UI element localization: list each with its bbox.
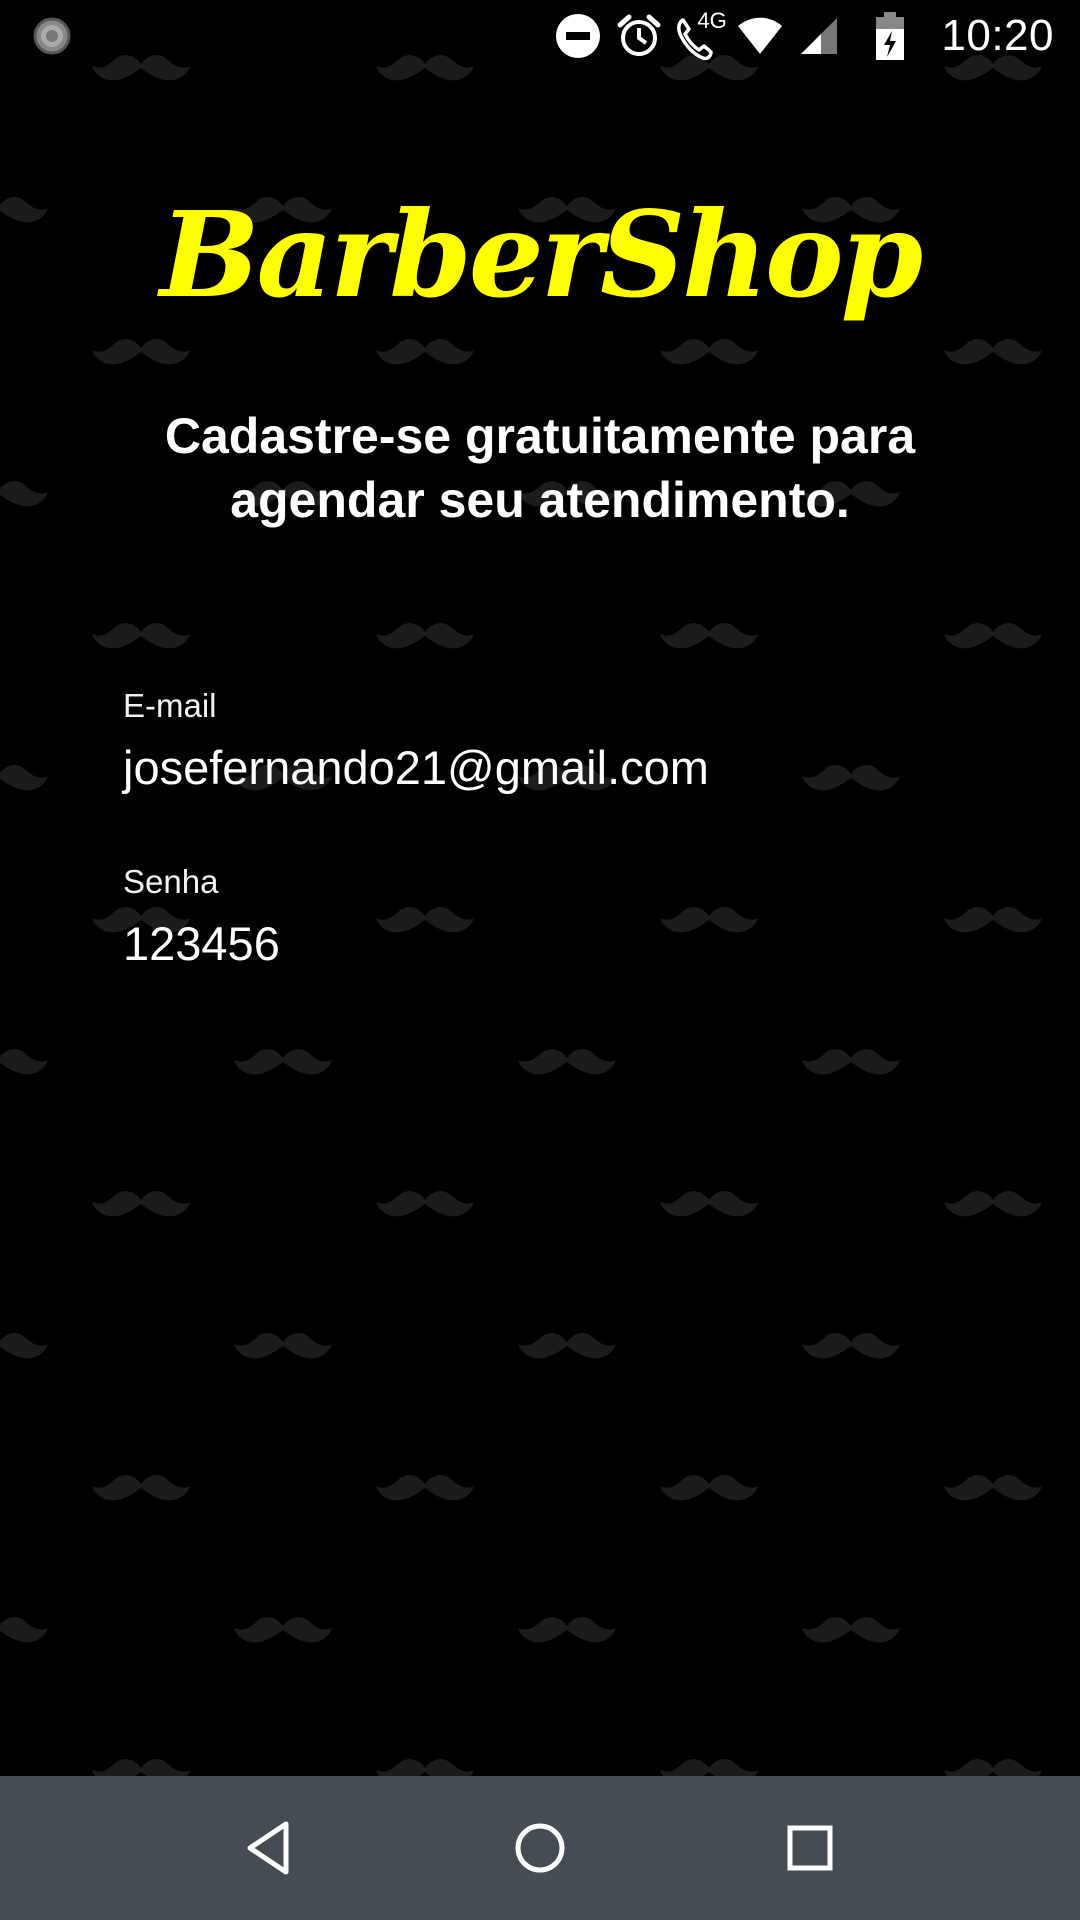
mustache-icon (234, 1333, 332, 1359)
mustache-icon (944, 339, 1042, 365)
mustache-icon (518, 1617, 616, 1643)
mustache-icon (376, 1759, 474, 1776)
cell-signal-icon (801, 18, 838, 54)
app-logo: BarberShop (159, 185, 923, 324)
mustache-icon (0, 1617, 48, 1643)
mustache-icon (944, 1191, 1042, 1217)
mustache-icon (518, 1049, 616, 1075)
mustache-icon (0, 765, 48, 791)
status-time: 10:20 (941, 11, 1054, 60)
page-subtitle: Cadastre-se gratuitamente para agendar s… (164, 408, 916, 528)
mustache-icon (802, 1617, 900, 1643)
status-bar: 4G 10:20 (0, 0, 1080, 72)
mustache-icon (376, 1191, 474, 1217)
mustache-icon (660, 1759, 758, 1776)
mustache-icon (0, 1333, 48, 1359)
wifi-calling-icon: 4G (677, 8, 727, 60)
back-icon[interactable] (238, 1816, 302, 1880)
mustache-icon (660, 1475, 758, 1501)
mustache-icon (660, 623, 758, 649)
mustache-icon (802, 1333, 900, 1359)
mustache-icon (376, 1475, 474, 1501)
mustache-icon (92, 1759, 190, 1776)
mustache-icon (92, 1191, 190, 1217)
home-icon[interactable] (508, 1816, 572, 1880)
mustache-icon (92, 1475, 190, 1501)
mustache-icon (944, 1475, 1042, 1501)
recents-icon[interactable] (778, 1816, 842, 1880)
loading-indicator-icon (33, 17, 71, 55)
mustache-icon (0, 1049, 48, 1075)
mustache-icon (802, 1049, 900, 1075)
email-input[interactable]: josefernando21@gmail.com (123, 738, 943, 798)
do-not-disturb-icon (556, 14, 601, 58)
battery-charging-icon (876, 12, 905, 60)
mustache-icon (944, 907, 1042, 933)
navigation-bar (0, 1776, 1080, 1920)
email-field[interactable]: E-mail josefernando21@gmail.com (123, 686, 943, 798)
wifi-icon (738, 17, 783, 54)
mustache-icon (92, 339, 190, 365)
mustache-icon (944, 623, 1042, 649)
mustache-icon (660, 339, 758, 365)
mustache-icon (660, 1191, 758, 1217)
mustache-icon (376, 623, 474, 649)
alarm-icon (617, 14, 661, 56)
mustache-icon (518, 1333, 616, 1359)
mustache-icon (0, 481, 48, 507)
mustache-icon (92, 623, 190, 649)
mustache-icon (234, 1049, 332, 1075)
password-input[interactable]: 123456 (123, 914, 943, 974)
password-field[interactable]: Senha 123456 (123, 862, 943, 974)
password-label: Senha (123, 863, 219, 900)
mustache-icon (234, 1617, 332, 1643)
mustache-icon (944, 1759, 1042, 1776)
register-screen: 4G 10:20 BarberShop Cadastre-se gratuita… (0, 0, 1080, 1920)
email-label: E-mail (123, 687, 217, 724)
status-icons: 4G 10:20 (555, 0, 1080, 72)
mustache-icon (376, 339, 474, 365)
